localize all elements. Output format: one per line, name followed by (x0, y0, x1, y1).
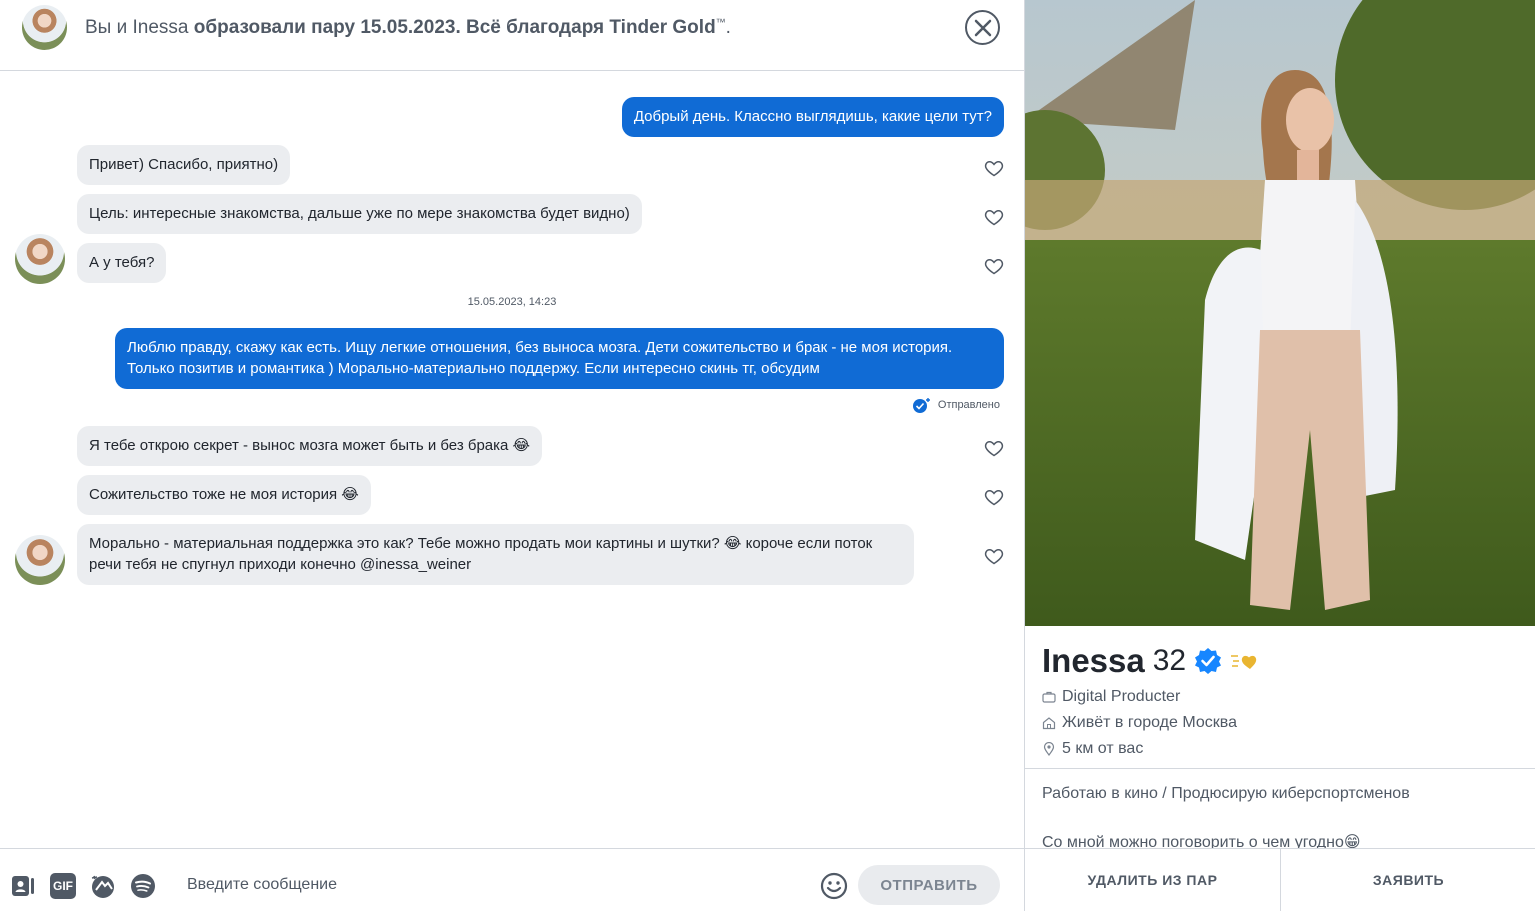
message-incoming: Цель: интересные знакомства, дальше уже … (77, 194, 642, 234)
profile-actions: УДАЛИТЬ ИЗ ПАР ЗАЯВИТЬ (1025, 848, 1535, 911)
match-notice: Вы и Inessa образовали пару 15.05.2023. … (85, 17, 731, 39)
message-text: Я тебе открою секрет - вынос мозга может… (89, 437, 531, 454)
like-heart-icon[interactable] (984, 158, 1004, 178)
emoji-icon[interactable] (820, 872, 848, 900)
distance-detail: 5 км от вас (1042, 740, 1143, 758)
message-text: Цель: интересные знакомства, дальше уже … (89, 205, 630, 222)
profile-divider (1025, 768, 1535, 769)
sender-avatar[interactable] (15, 234, 65, 284)
gold-heart-icon (1231, 655, 1257, 669)
message-input[interactable] (176, 868, 806, 902)
message-incoming: Сожительство тоже не моя история 😂 (77, 475, 371, 515)
location-pin-icon (1043, 742, 1055, 756)
profile-photo[interactable] (1025, 0, 1535, 626)
sent-check-icon (912, 398, 930, 413)
job-detail: Digital Producter (1042, 688, 1180, 706)
close-icon (974, 19, 991, 36)
gif-button[interactable]: GIF (50, 873, 76, 899)
name-row: Inessa 32 (1042, 642, 1260, 680)
distance-text: 5 км от вас (1062, 740, 1144, 757)
report-button[interactable]: ЗАЯВИТЬ (1280, 849, 1535, 911)
briefcase-icon (1042, 691, 1056, 703)
spotify-icon[interactable] (130, 873, 156, 899)
message-incoming: Привет) Спасибо, приятно) (77, 145, 291, 185)
profile-age: 32 (1152, 644, 1187, 677)
message-outgoing: Добрый день. Классно выглядишь, какие це… (621, 97, 1004, 137)
message-incoming: Морально - материальная поддержка это ка… (77, 524, 914, 585)
sticker-icon[interactable] (90, 873, 116, 899)
like-heart-icon[interactable] (984, 438, 1004, 458)
home-icon (1042, 717, 1056, 730)
city-detail: Живёт в городе Москва (1042, 714, 1237, 732)
like-heart-icon[interactable] (984, 207, 1004, 227)
message-text: Люблю правду, скажу как есть. Ищу легкие… (127, 339, 953, 377)
message-outgoing: Люблю правду, скажу как есть. Ищу легкие… (115, 328, 1004, 389)
profile-panel: Inessa 32 Digital Producter Живёт в горо… (1024, 0, 1535, 911)
match-prefix: Вы и Inessa (85, 17, 189, 38)
match-suffix: . (725, 17, 731, 38)
unmatch-button[interactable]: УДАЛИТЬ ИЗ ПАР (1025, 849, 1280, 911)
tinder-chat-app: Вы и Inessa образовали пару 15.05.2023. … (0, 0, 1535, 911)
sender-avatar[interactable] (15, 535, 65, 585)
message-text: А у тебя? (89, 254, 155, 271)
like-heart-icon[interactable] (984, 546, 1004, 566)
message-timestamp: 15.05.2023, 14:23 (467, 296, 557, 308)
close-chat-button[interactable] (965, 10, 1000, 45)
bio-line: Работаю в кино / Продюсирую киберспортсм… (1042, 785, 1410, 802)
delivery-status: Отправлено (912, 397, 1000, 413)
gif-label: GIF (53, 879, 73, 893)
city-text: Живёт в городе Москва (1062, 714, 1237, 731)
verified-badge-icon (1195, 648, 1222, 674)
message-incoming: А у тебя? (77, 243, 167, 283)
contact-card-icon[interactable] (10, 873, 36, 899)
match-avatar[interactable] (22, 5, 67, 50)
like-heart-icon[interactable] (984, 256, 1004, 276)
job-text: Digital Producter (1062, 688, 1181, 705)
message-text: Морально - материальная поддержка это ка… (89, 535, 873, 573)
like-heart-icon[interactable] (984, 487, 1004, 507)
chat-panel: Вы и Inessa образовали пару 15.05.2023. … (0, 0, 1024, 911)
match-bold: образовали пару 15.05.2023. Всё благодар… (193, 17, 716, 38)
send-button[interactable]: ОТПРАВИТЬ (858, 865, 1000, 905)
message-text: Добрый день. Классно выглядишь, какие це… (633, 108, 992, 125)
tm-mark: ™ (715, 17, 726, 29)
profile-name: Inessa (1042, 642, 1145, 679)
message-text: Привет) Спасибо, приятно) (89, 156, 279, 173)
message-text: Сожительство тоже не моя история 😂 (89, 486, 359, 503)
message-incoming: Я тебе открою секрет - вынос мозга может… (77, 426, 543, 466)
message-list: Добрый день. Классно выглядишь, какие це… (0, 72, 1024, 847)
match-header: Вы и Inessa образовали пару 15.05.2023. … (0, 0, 1024, 71)
status-text: Отправлено (937, 399, 1000, 411)
